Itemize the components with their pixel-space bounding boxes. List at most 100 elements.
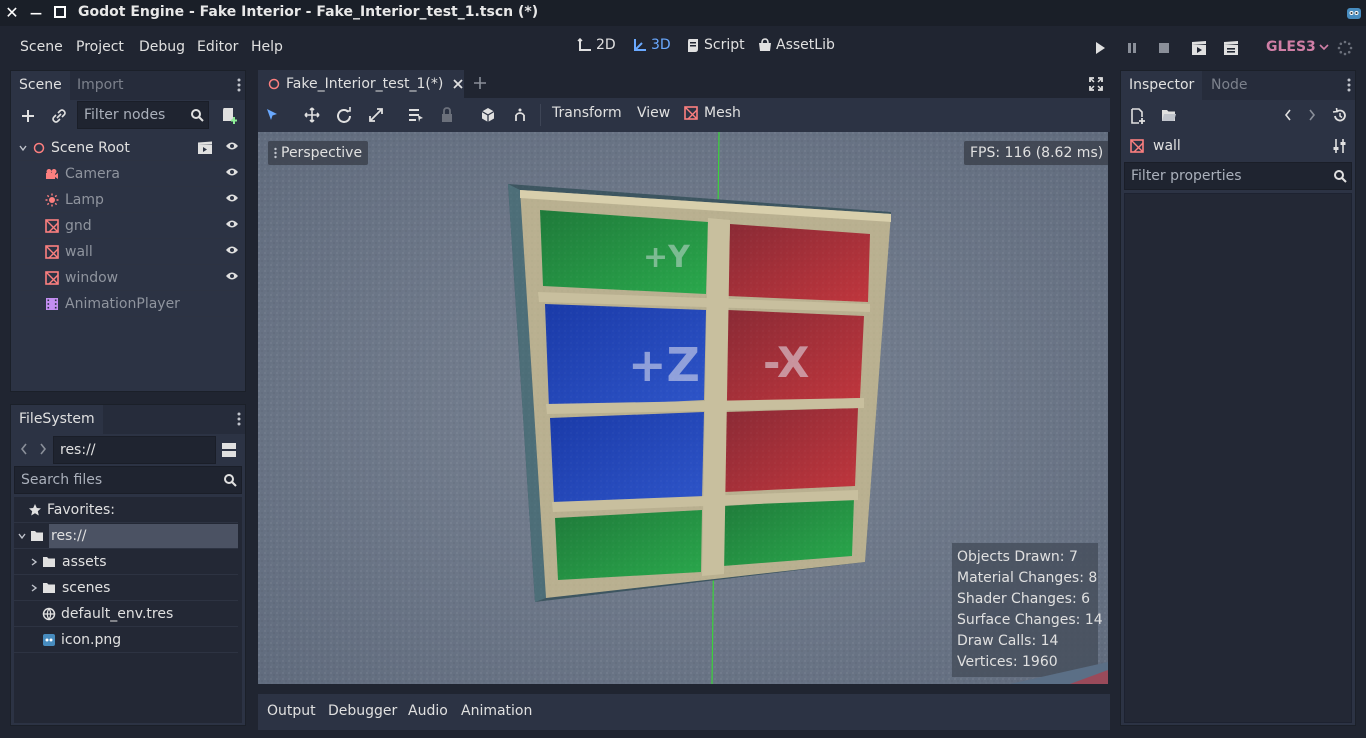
select-tool-icon[interactable] [264,107,280,123]
tab-node[interactable]: Node [1203,71,1256,100]
new-scene-tab-button[interactable] [473,76,487,90]
menu-debug[interactable]: Debug [139,39,185,55]
stat-surface-changes: Surface Changes: 14 [957,612,1103,628]
folder-icon [42,556,56,568]
scale-tool-icon[interactable] [368,107,384,123]
mesh-instance-icon [45,270,59,285]
object-properties-icon[interactable] [1332,138,1348,154]
mesh-menu[interactable]: Mesh [684,105,741,121]
history-icon[interactable] [1332,108,1348,124]
scene-tree-item-scene-root[interactable]: Scene Root [17,135,243,161]
back-icon[interactable] [20,443,28,455]
maximize-window-button[interactable] [54,6,66,18]
play-custom-scene-button[interactable] [1222,40,1240,56]
scene-tree-item-lamp[interactable]: Lamp [17,187,243,213]
res-root-row[interactable]: res:// [14,523,238,549]
visibility-eye-icon[interactable] [225,219,239,229]
visibility-eye-icon[interactable] [225,245,239,255]
transform-menu[interactable]: Transform [552,105,622,121]
close-window-button[interactable]: ✕ [2,3,22,23]
filesystem-path-input[interactable]: res:// [53,436,216,464]
filter-properties-input[interactable]: Filter properties [1124,162,1352,190]
folder-assets-row[interactable]: assets [14,549,238,575]
renderer-select[interactable]: GLES3 [1266,39,1329,55]
favorites-label: Favorites: [47,501,115,518]
favorites-row[interactable]: Favorites: [14,497,238,523]
workspace-2d-label: 2D [596,37,616,53]
chevron-down-icon [19,144,27,152]
pause-button[interactable] [1124,40,1142,56]
scene-tree-item-wall[interactable]: wall [17,239,243,265]
chevron-down-icon [18,532,26,540]
menu-bar: Scene Project Debug Editor Help 2D 3D Sc… [0,26,1366,70]
instance-scene-button[interactable] [51,108,67,124]
tab-animation[interactable]: Animation [461,703,532,719]
tab-import[interactable]: Import [69,71,131,100]
search-files-placeholder: Search files [21,472,103,488]
split-view-icon[interactable] [221,442,237,458]
menu-project[interactable]: Project [76,39,124,55]
menu-editor[interactable]: Editor [197,39,238,55]
window-title: Godot Engine - Fake Interior - Fake_Inte… [78,4,539,20]
visibility-eye-icon[interactable] [225,193,239,203]
filter-nodes-input[interactable]: Filter nodes [77,101,209,129]
kebab-menu-icon[interactable] [1347,77,1351,93]
snap-icon[interactable] [512,107,528,123]
tab-inspector[interactable]: Inspector [1121,71,1203,100]
3d-viewport[interactable]: +Z -X +Y Perspective FPS: 116 (8.62 ms) … [258,132,1108,684]
forward-icon[interactable] [39,443,47,455]
list-select-icon[interactable] [408,107,424,123]
close-tab-icon[interactable] [453,79,463,89]
file-default-env-row[interactable]: default_env.tres [14,601,238,627]
search-files-input[interactable]: Search files [14,466,242,494]
workspace-2d-button[interactable]: 2D [577,37,616,53]
open-folder-icon[interactable] [1161,109,1177,123]
history-forward-icon[interactable] [1308,109,1316,121]
play-button[interactable] [1092,40,1110,56]
play-scene-button[interactable] [1190,40,1208,56]
lock-icon[interactable] [440,107,454,123]
visibility-eye-icon[interactable] [225,167,239,177]
tab-scene[interactable]: Scene [11,71,70,100]
menu-help[interactable]: Help [251,39,283,55]
minimize-window-button[interactable]: — [26,3,46,23]
file-icon-png-row[interactable]: icon.png [14,627,238,653]
move-tool-icon[interactable] [304,107,320,123]
kebab-menu-icon[interactable] [237,411,241,427]
scene-tree-item-label: Scene Root [51,139,130,156]
workspace-assetlib-button[interactable]: AssetLib [758,37,835,53]
workspace-script-button[interactable]: Script [686,37,745,53]
folder-scenes-row[interactable]: scenes [14,575,238,601]
filter-properties-placeholder: Filter properties [1131,168,1242,184]
stop-button[interactable] [1156,40,1174,56]
scene-tab[interactable]: Fake_Interior_test_1(*) [258,70,464,98]
tab-output[interactable]: Output [267,703,316,719]
scene-tree-item-gnd[interactable]: gnd [17,213,243,239]
perspective-label: Perspective [281,145,363,161]
rotate-tool-icon[interactable] [336,107,352,123]
perspective-menu[interactable]: Perspective [268,141,369,165]
local-space-icon[interactable] [480,107,496,123]
drag-handle-icon [274,147,277,159]
tab-debugger[interactable]: Debugger [328,703,397,719]
tab-filesystem[interactable]: FileSystem [11,405,103,434]
mesh-instance-icon [1130,139,1144,153]
inspected-object[interactable]: wall [1130,138,1181,154]
add-node-button[interactable] [20,108,36,124]
workspace-3d-button[interactable]: 3D [632,37,671,53]
file-default-env-label: default_env.tres [61,605,174,622]
scene-tree-item-camera[interactable]: Camera [17,161,243,187]
distraction-free-icon[interactable] [1088,76,1104,92]
attach-script-button[interactable] [221,107,239,125]
tab-audio[interactable]: Audio [408,703,448,719]
instance-scene-icon[interactable] [197,141,213,155]
kebab-menu-icon[interactable] [237,77,241,93]
view-menu[interactable]: View [637,105,670,121]
visibility-eye-icon[interactable] [225,271,239,281]
scene-tree-item-animationplayer[interactable]: AnimationPlayer [17,291,243,317]
new-resource-icon[interactable] [1130,108,1146,124]
history-back-icon[interactable] [1284,109,1292,121]
scene-tree-item-window[interactable]: window [17,265,243,291]
visibility-eye-icon[interactable] [225,141,239,151]
menu-scene[interactable]: Scene [20,39,63,55]
